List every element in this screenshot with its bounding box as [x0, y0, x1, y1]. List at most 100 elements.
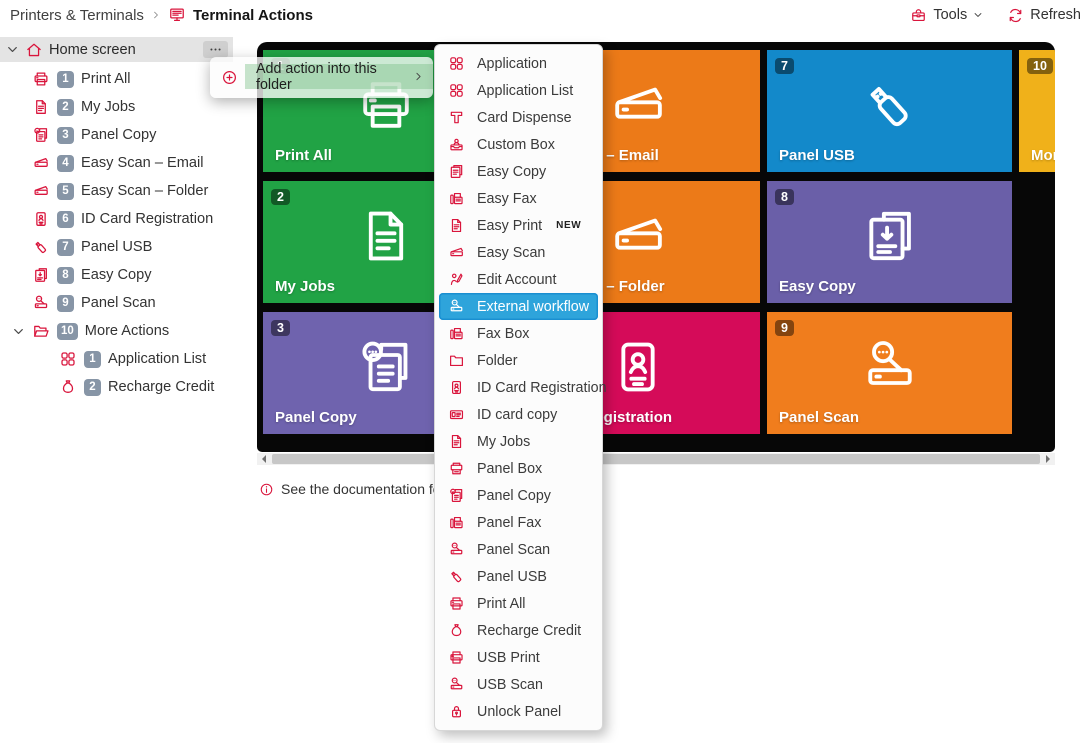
documentation-note: See the documentation for c [259, 481, 456, 497]
submenu-items: ApplicationApplication List Card Dispense… [435, 50, 602, 725]
menu-item-print-all[interactable]: Print All [435, 590, 602, 617]
horizontal-scrollbar[interactable] [257, 453, 1055, 465]
printer-icon [448, 595, 465, 612]
menu-item-panel-fax[interactable]: Panel Fax [435, 509, 602, 536]
menu-item-panel-usb[interactable]: Panel USB [435, 563, 602, 590]
fax-icon [448, 514, 465, 531]
chevron-down-icon [973, 10, 983, 20]
menu-item-unlock-panel[interactable]: Unlock Panel [435, 698, 602, 725]
scrollbar-thumb[interactable] [272, 454, 1040, 464]
add-action-highlight: Add action into this folder [245, 64, 433, 89]
sidebar-item-easy-copy[interactable]: 8 Easy Copy [0, 261, 233, 289]
sidebar-item-label: My Jobs [81, 99, 135, 115]
tile-panel-usb[interactable]: 7Panel USB [767, 50, 1012, 172]
menu-item-label: Print All [477, 596, 525, 612]
menu-item-folder[interactable]: Folder [435, 347, 602, 374]
plus-circle-icon [221, 69, 238, 86]
tile-label: Panel USB [779, 147, 855, 164]
breadcrumb-parent-link[interactable]: Printers & Terminals [10, 7, 144, 24]
chevron-down-icon[interactable] [12, 325, 25, 338]
item-number-badge: 4 [57, 155, 74, 172]
breadcrumb: Printers & Terminals Terminal Actions [10, 6, 313, 24]
grid-icon [448, 55, 465, 72]
sidebar-item-recharge-credit[interactable]: 2Recharge Credit [0, 373, 233, 401]
folder-icon [448, 352, 465, 369]
tile-panel-scan[interactable]: 9Panel Scan [767, 312, 1012, 434]
folder-open-icon [32, 322, 50, 340]
menu-item-panel-scan[interactable]: Panel Scan [435, 536, 602, 563]
menu-item-id-card-copy[interactable]: ID card copy [435, 401, 602, 428]
home-screen-actions-button[interactable] [203, 41, 228, 58]
menu-item-id-card-registration[interactable]: ID Card Registration [435, 374, 602, 401]
menu-item-add-action-into-this-folder[interactable]: Add action into this folder [210, 57, 433, 98]
terminal-actions-icon [168, 6, 186, 24]
printer-usb-icon [448, 649, 465, 666]
chevron-down-icon[interactable] [6, 43, 19, 56]
menu-item-fax-box[interactable]: Fax Box [435, 320, 602, 347]
tile-label: Panel Copy [275, 409, 357, 426]
refresh-button[interactable]: Refresh [1007, 7, 1081, 24]
sidebar-item-label: Easy Copy [81, 267, 152, 283]
scanner-icon [606, 204, 670, 268]
sidebar-item-panel-scan[interactable]: 9Panel Scan [0, 289, 233, 317]
menu-item-usb-print[interactable]: USB Print [435, 644, 602, 671]
menu-item-easy-copy[interactable]: Easy Copy [435, 158, 602, 185]
sidebar-item-easy-scan-email[interactable]: 4 Easy Scan – Email [0, 149, 233, 177]
panel-scan-icon [448, 298, 465, 315]
menu-item-easy-scan[interactable]: Easy Scan [435, 239, 602, 266]
sidebar-item-panel-copy[interactable]: 3Panel Copy [0, 121, 233, 149]
menu-item-panel-copy[interactable]: Panel Copy [435, 482, 602, 509]
sidebar-item-more-actions[interactable]: 10More Actions [0, 317, 233, 345]
menu-item-label: Panel Scan [477, 542, 550, 558]
menu-item-label: Panel Box [477, 461, 542, 477]
tools-button[interactable]: Tools [910, 7, 983, 24]
menu-item-label: My Jobs [477, 434, 530, 450]
item-number-badge: 8 [57, 267, 74, 284]
scroll-left-arrow-icon[interactable] [257, 453, 270, 465]
menu-item-recharge-credit[interactable]: Recharge Credit [435, 617, 602, 644]
topbar-actions: Tools Refresh [910, 7, 1081, 24]
sidebar-item-application-list[interactable]: 1Application List [0, 345, 233, 373]
item-number-badge: 10 [57, 323, 78, 340]
terminal-actions-tree: Home screen 1Print All2My Jobs3Panel Cop… [0, 32, 233, 743]
tile-number-badge: 2 [271, 189, 290, 205]
menu-item-application[interactable]: Application [435, 50, 602, 77]
menu-item-external-workflow[interactable]: External workflow [439, 293, 598, 320]
custom-box-icon [448, 136, 465, 153]
sidebar-item-panel-usb[interactable]: 7Panel USB [0, 233, 233, 261]
sidebar-item-label: Easy Scan – Email [81, 155, 203, 171]
menu-item-custom-box[interactable]: Custom Box [435, 131, 602, 158]
sidebar-item-label: Home screen [49, 42, 136, 58]
menu-item-easy-print[interactable]: Easy PrintNEW [435, 212, 602, 239]
menu-item-application-list[interactable]: Application List [435, 77, 602, 104]
menu-item-label: Card Dispense [477, 110, 572, 126]
fax-icon [448, 190, 465, 207]
menu-item-label: Easy Scan [477, 245, 545, 261]
menu-item-my-jobs[interactable]: My Jobs [435, 428, 602, 455]
sidebar-item-easy-scan-folder[interactable]: 5Easy Scan – Folder [0, 177, 233, 205]
chevron-right-icon [151, 10, 161, 20]
sidebar-item-id-card-registration[interactable]: 6ID Card Registration [0, 205, 233, 233]
lock-icon [448, 703, 465, 720]
menu-item-card-dispense[interactable]: Card Dispense [435, 104, 602, 131]
sidebar-item-home-screen[interactable]: Home screen [0, 37, 233, 62]
tile-number-badge: 9 [775, 320, 794, 336]
tile-number-badge: 10 [1027, 58, 1053, 74]
tile-more-actions[interactable]: 10More Actions [1019, 50, 1055, 172]
menu-item-label: Custom Box [477, 137, 555, 153]
grid-icon [448, 82, 465, 99]
sidebar-item-label: Panel Scan [81, 295, 156, 311]
menu-item-edit-account[interactable]: Edit Account [435, 266, 602, 293]
tile-label: My Jobs [275, 278, 335, 295]
menu-item-easy-fax[interactable]: Easy Fax [435, 185, 602, 212]
menu-item-usb-scan[interactable]: USB Scan [435, 671, 602, 698]
card-dispense-icon [448, 109, 465, 126]
tile-easy-copy[interactable]: 8Easy Copy [767, 181, 1012, 303]
menu-item-panel-box[interactable]: Panel Box [435, 455, 602, 482]
context-menu: Add action into this folder [210, 57, 433, 98]
sidebar-item-print-all[interactable]: 1Print All [0, 65, 233, 93]
sidebar-item-my-jobs[interactable]: 2My Jobs [0, 93, 233, 121]
easy-copy-icon [858, 204, 922, 268]
scroll-right-arrow-icon[interactable] [1042, 453, 1055, 465]
item-number-badge: 3 [57, 127, 74, 144]
